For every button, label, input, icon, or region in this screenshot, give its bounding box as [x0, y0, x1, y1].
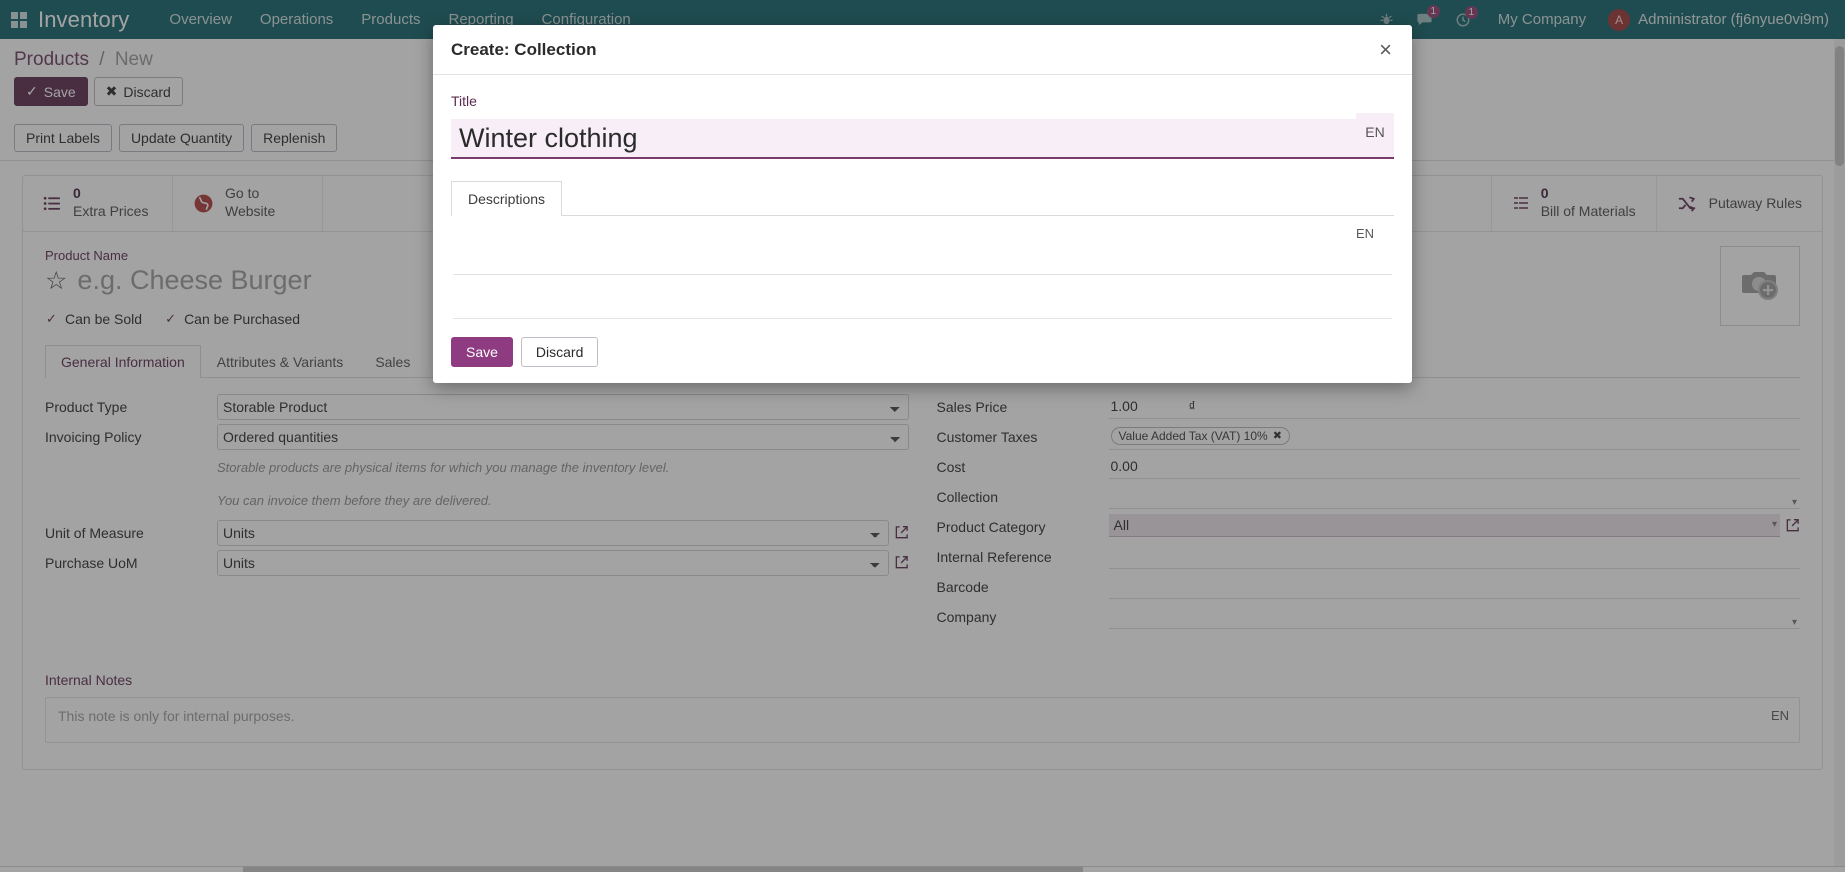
tab-descriptions[interactable]: Descriptions [451, 181, 562, 216]
description-lang-row: EN [453, 226, 1392, 241]
dialog-notebook: Descriptions EN [451, 181, 1394, 319]
collection-title-lang-badge[interactable]: EN [1356, 113, 1394, 159]
description-lang-badge[interactable]: EN [1356, 226, 1374, 241]
collection-title-input[interactable] [451, 119, 1356, 159]
description-editor[interactable] [453, 241, 1392, 275]
dialog-header: Create: Collection × [433, 25, 1412, 75]
dialog-title: Create: Collection [451, 40, 596, 60]
dialog-save-button[interactable]: Save [451, 337, 513, 367]
dialog-page-spacer [453, 275, 1392, 319]
dialog-notebook-page-descriptions: EN [451, 216, 1394, 319]
collection-title-row: EN [451, 113, 1394, 159]
close-icon[interactable]: × [1377, 39, 1394, 61]
dialog-notebook-tabs: Descriptions [451, 181, 1394, 216]
collection-title-label: Title [451, 93, 1394, 109]
create-collection-dialog: Create: Collection × Title EN Descriptio… [433, 25, 1412, 383]
dialog-discard-button[interactable]: Discard [521, 337, 598, 367]
dialog-footer: Save Discard [433, 323, 1412, 383]
dialog-body: Title EN Descriptions EN [433, 75, 1412, 323]
